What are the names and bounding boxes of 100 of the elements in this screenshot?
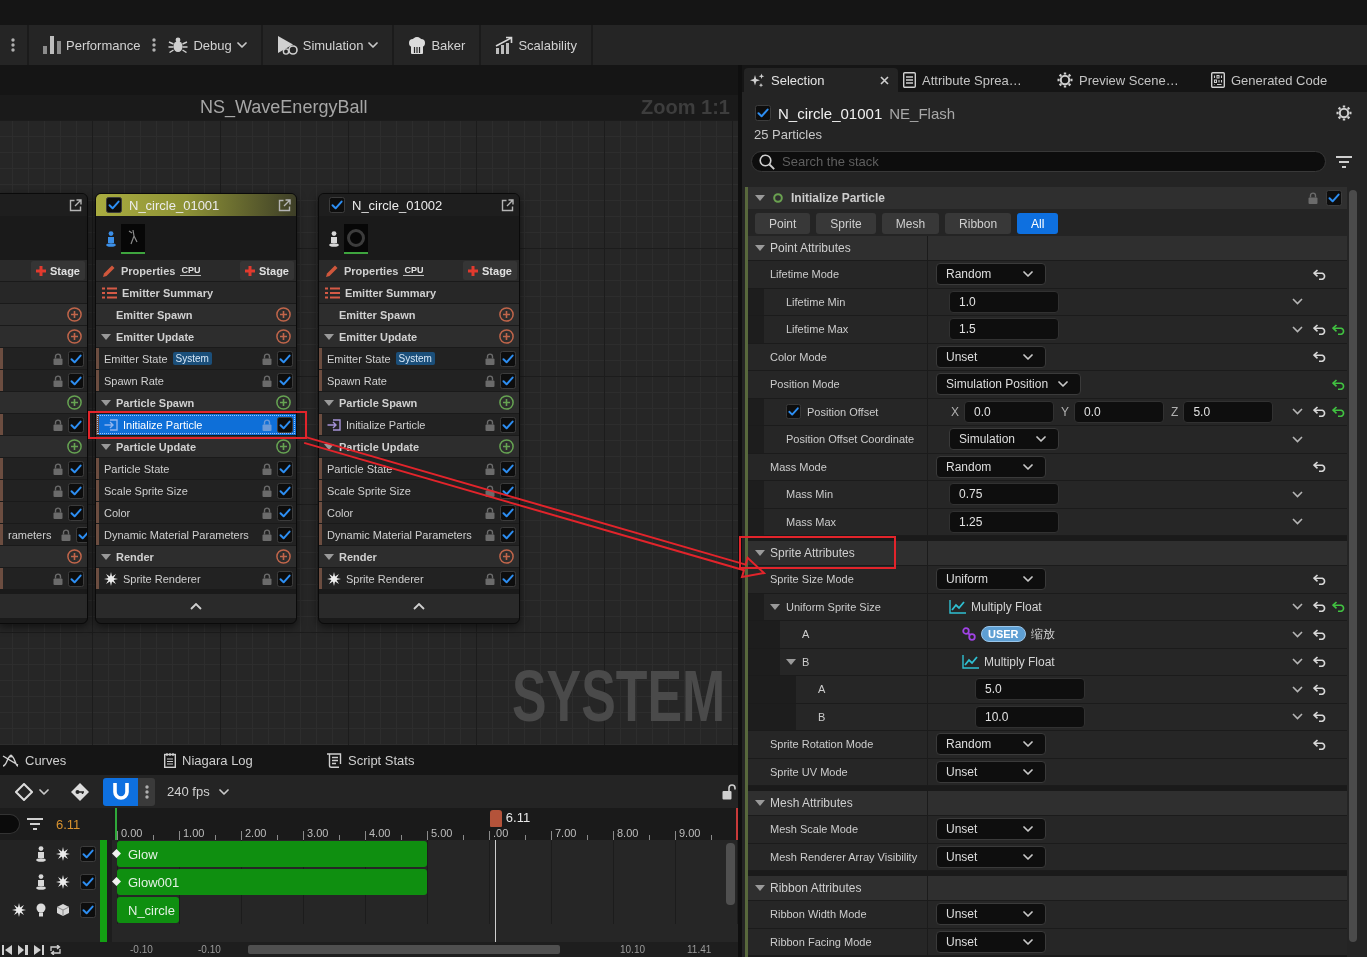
checkbox[interactable] [755,105,771,121]
expand-triangle-icon[interactable] [755,195,765,201]
dropdown[interactable]: Uniform [936,568,1046,591]
expand-triangle-icon[interactable] [755,550,765,556]
expand-triangle-icon[interactable] [324,443,334,450]
checkbox[interactable] [500,350,516,367]
stage-header[interactable]: Particle Spawn [319,392,519,413]
expand-triangle-icon[interactable] [324,553,334,560]
reset-arrow-icon[interactable] [1332,378,1346,390]
keyframe-icon[interactable] [112,849,121,858]
module-row[interactable]: Spawn Rate [319,370,519,391]
chevron-down-icon[interactable] [1291,408,1303,416]
checkbox[interactable] [277,460,293,477]
dropdown[interactable]: Unset [936,345,1046,368]
add-circle-icon[interactable] [276,395,291,410]
stage-header[interactable]: Particle Update [319,436,519,457]
section-header[interactable]: Sprite Attributes [748,541,1347,566]
stage-header[interactable] [0,392,87,413]
panel-tab[interactable]: Preview Scene… [1052,68,1206,92]
module-row[interactable] [0,480,87,501]
stage-header[interactable] [0,304,87,325]
section-header[interactable]: Mesh Attributes [748,791,1347,816]
person-icon[interactable] [106,231,116,247]
unlocked-icon[interactable] [722,783,736,800]
dropdown[interactable]: Random [936,263,1046,286]
summary-row[interactable]: Emitter Summary [319,282,519,303]
scrollbar-thumb[interactable] [726,843,735,905]
module-row[interactable]: Emitter State System [96,348,296,369]
open-external-icon[interactable] [69,198,82,212]
checkbox[interactable] [500,372,516,389]
expand-triangle-icon[interactable] [324,333,334,340]
expand-triangle-icon[interactable] [755,245,765,251]
reset-arrow-icon[interactable] [1312,601,1327,613]
expand-triangle-icon[interactable] [786,658,796,665]
dropdown[interactable]: Simulation Position [936,373,1082,396]
filter-tab[interactable]: All [1017,213,1059,234]
add-circle-icon[interactable] [499,307,514,322]
keyframe-icon[interactable] [112,877,121,886]
reset-arrow-icon[interactable] [1312,656,1327,668]
dropdown[interactable]: Unset [936,760,1046,783]
stage-header[interactable] [0,436,87,457]
module-row[interactable] [0,348,87,369]
emitter-node[interactable]: Stage rameters [0,193,88,624]
add-circle-icon[interactable] [67,307,82,322]
module-row[interactable]: rameters [0,524,87,545]
expand-triangle-icon[interactable] [101,399,111,406]
checkbox[interactable] [500,416,516,433]
dropdown[interactable]: Random [936,455,1046,478]
number-field[interactable]: 1.0 [949,290,1059,313]
checkbox[interactable] [68,416,84,433]
module-row[interactable]: Scale Sprite Size [96,480,296,501]
kebab-menu-icon[interactable] [144,784,149,799]
toolbar-button[interactable]: Debug [168,30,247,60]
number-field[interactable]: 5.0 [975,678,1085,701]
settings-icon[interactable] [1336,105,1352,121]
section-header[interactable]: Ribbon Attributes [748,876,1347,901]
chevron-down-icon[interactable] [1291,603,1303,611]
chevron-down-icon[interactable] [1291,325,1303,333]
emitter-node[interactable] [318,193,520,624]
reset-arrow-icon[interactable] [1332,323,1346,335]
node-header[interactable] [0,194,87,216]
stage-header[interactable]: Emitter Spawn [319,304,519,325]
reset-arrow-icon[interactable] [1312,573,1327,585]
checkbox[interactable] [68,372,84,389]
panel-tab[interactable]: Selection [744,68,898,92]
add-circle-icon[interactable] [276,439,291,454]
dropdown[interactable]: Unset [936,845,1046,868]
chevron-down-icon[interactable] [1291,435,1303,443]
add-circle-icon[interactable] [499,329,514,344]
checkbox[interactable] [76,526,87,543]
filter-icon[interactable] [27,818,43,830]
checkbox[interactable] [68,350,84,367]
expand-triangle-icon[interactable] [770,603,780,610]
step-forward-icon[interactable] [18,944,28,955]
module-row[interactable] [0,414,87,435]
checkbox[interactable] [277,570,293,587]
filter-tab[interactable]: Ribbon [945,213,1012,234]
module-row[interactable]: Spawn Rate [96,370,296,391]
add-circle-icon[interactable] [276,329,291,344]
checkbox[interactable] [277,372,293,389]
dropdown[interactable]: Unset [936,930,1046,953]
reset-arrow-icon[interactable] [1312,323,1327,335]
kebab-menu-icon[interactable] [11,38,15,52]
module-row[interactable] [0,568,87,589]
chevron-down-icon[interactable] [1291,685,1303,693]
chevron-down-icon[interactable] [1291,298,1303,306]
checkbox[interactable] [329,197,345,213]
stage-header[interactable]: Render [319,546,519,567]
toolbar-button[interactable]: Simulation [276,30,379,60]
search-field[interactable]: Search the stack [751,151,1326,172]
number-field[interactable]: 5.0 [1183,400,1274,423]
stage-header[interactable] [0,546,87,567]
reset-arrow-icon[interactable] [1312,738,1327,750]
skip-back-icon[interactable] [2,944,12,955]
expand-triangle-icon[interactable] [755,885,765,891]
checkbox[interactable] [106,197,122,213]
stage-header[interactable]: Emitter Spawn [96,304,296,325]
chevron-down-icon[interactable] [1291,713,1303,721]
panel-tab[interactable]: Attribute Sprea… [898,68,1052,92]
scrollbar-thumb[interactable] [1349,190,1357,942]
